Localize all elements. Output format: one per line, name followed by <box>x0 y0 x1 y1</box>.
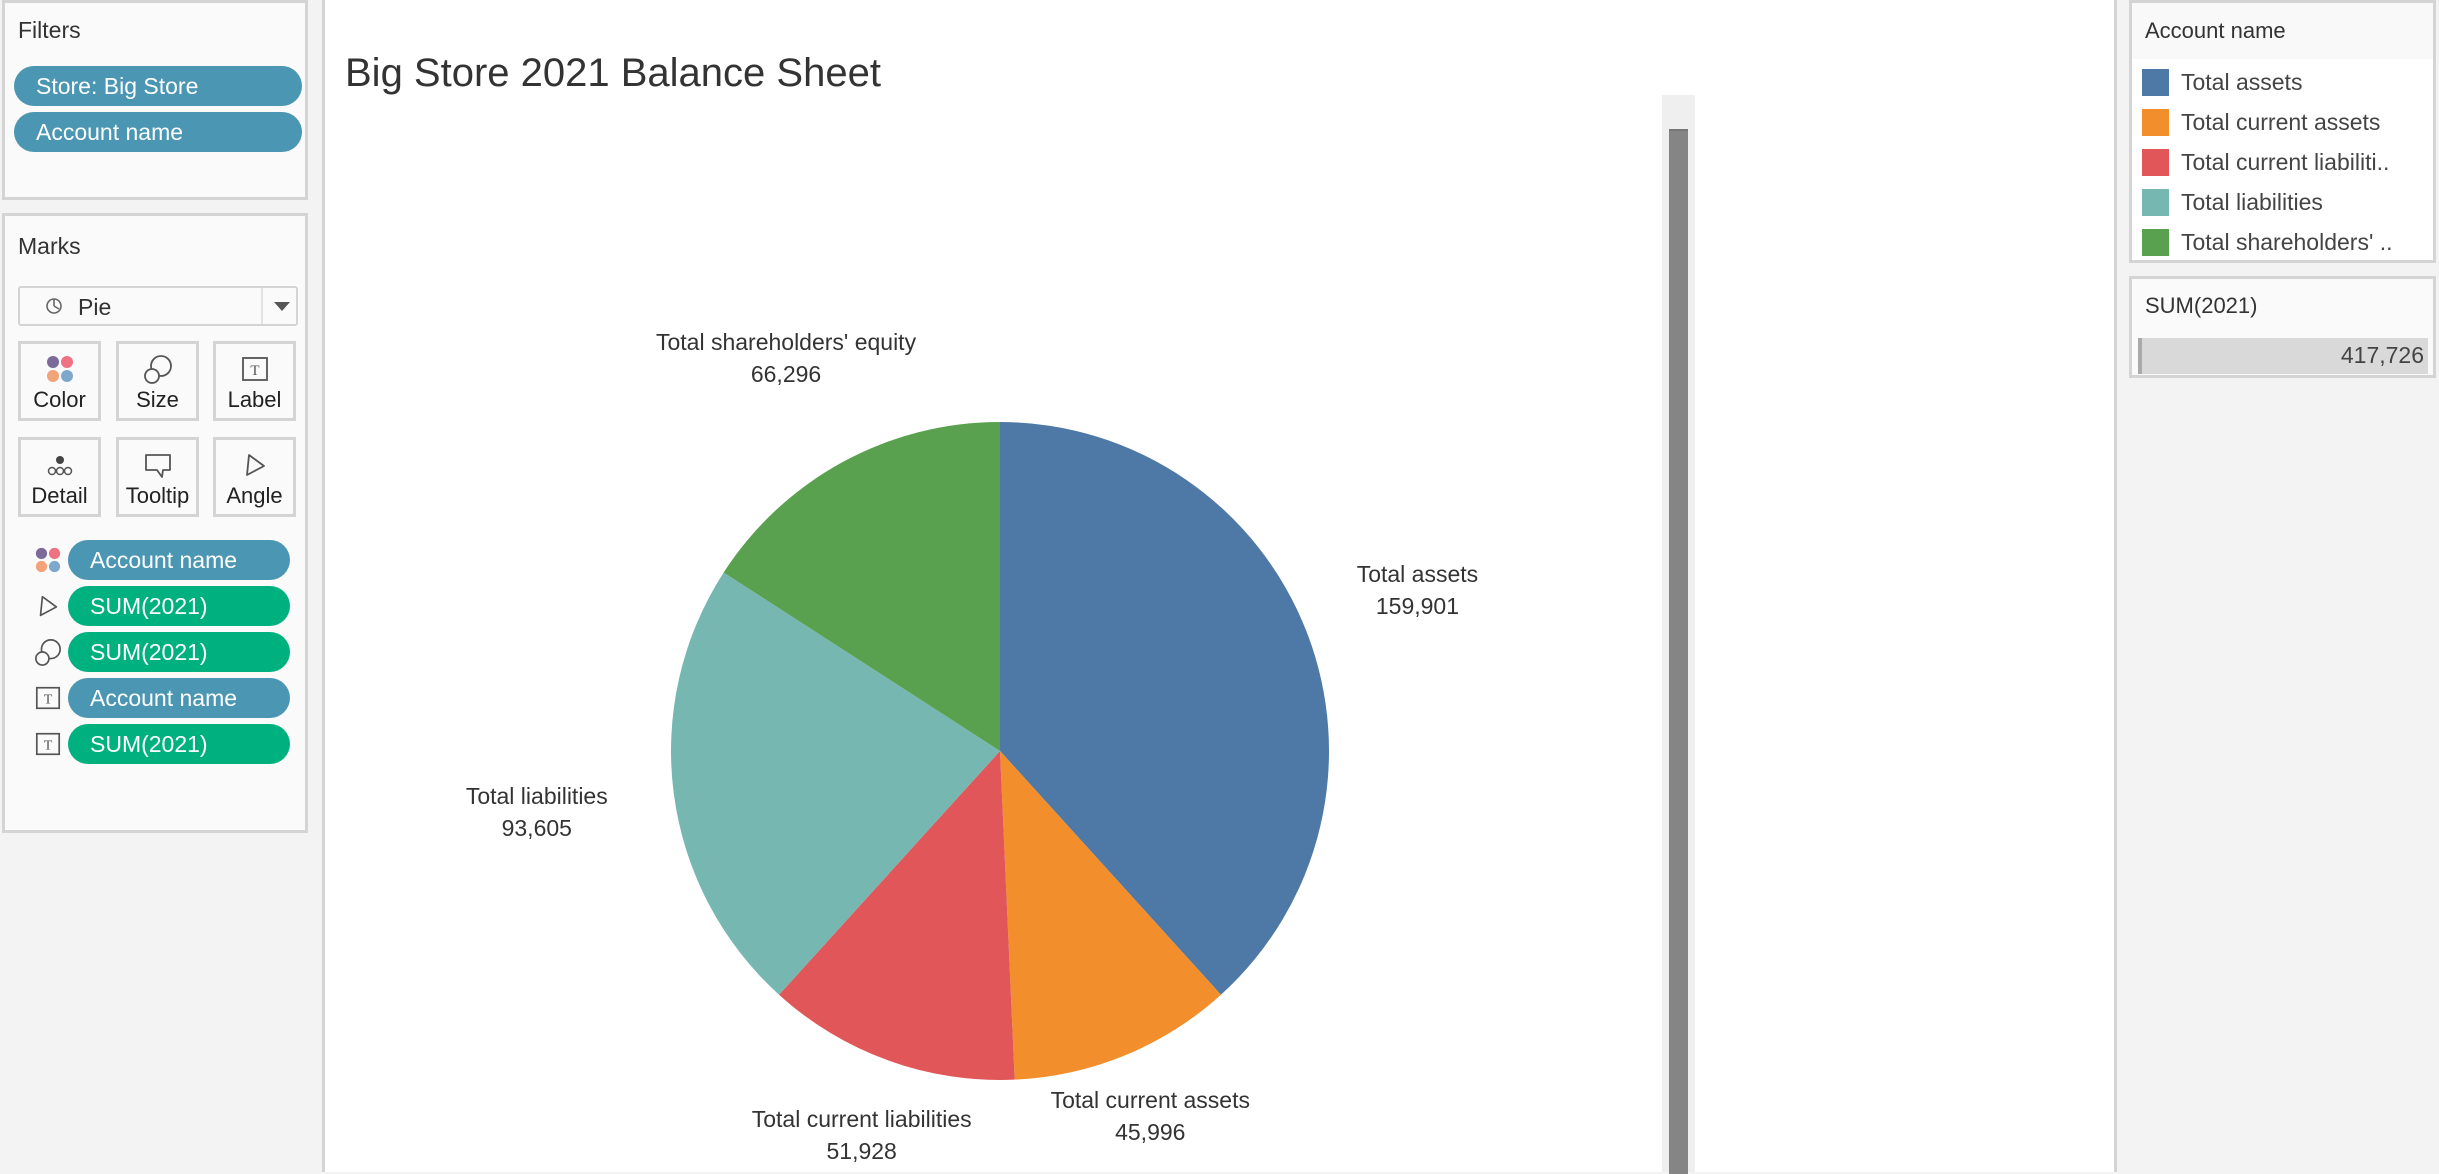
label-card[interactable]: T Label <box>213 341 296 421</box>
legend-swatch <box>2142 68 2169 96</box>
tooltip-icon <box>119 448 196 482</box>
legend-swatch <box>2142 108 2169 136</box>
pie-label-category: Total current liabilities <box>751 1105 972 1132</box>
legend-swatch <box>2142 188 2169 216</box>
legend-item-label: Total current liabiliti.. <box>2181 148 2390 175</box>
size-legend-value: 417,726 <box>2340 342 2424 368</box>
svg-text:T: T <box>44 739 53 754</box>
mark-type-value: Pie <box>78 294 112 320</box>
legend-item[interactable]: Total shareholders' .. <box>2142 224 2393 260</box>
shelf-pill-label-sum-2021[interactable]: SUM(2021) <box>68 724 290 764</box>
pie-label-value: 51,928 <box>826 1137 897 1164</box>
pie-label-value: 66,296 <box>750 361 822 388</box>
color-icon <box>31 543 65 577</box>
label-card-label: Label <box>227 387 282 412</box>
size-legend: SUM(2021) 417,726 <box>2129 276 2436 378</box>
legend-swatch <box>2142 148 2169 176</box>
shelf-pill-angle-sum-2021[interactable]: SUM(2021) <box>68 586 290 626</box>
legend-item-label: Total assets <box>2181 68 2303 95</box>
label-icon: T <box>31 681 65 715</box>
marks-panel: Marks Pie Color Size T Label Detail Tool… <box>2 213 308 833</box>
label-icon: T <box>31 727 65 761</box>
svg-text:T: T <box>44 693 53 708</box>
shelf-pill-color-account-name[interactable]: Account name <box>68 540 290 580</box>
shelf-pill-label-account-name[interactable]: Account name <box>68 678 290 718</box>
legend-body: Total assets Total current assets Total … <box>2132 59 2433 260</box>
shelf-pill-size-sum-2021[interactable]: SUM(2021) <box>68 632 290 672</box>
detail-card[interactable]: Detail <box>18 437 101 517</box>
legend-item[interactable]: Total liabilities <box>2142 184 2323 220</box>
angle-icon <box>216 448 293 482</box>
legend-title: Account name <box>2145 18 2286 43</box>
color-card[interactable]: Color <box>18 341 101 421</box>
vertical-scrollbar[interactable] <box>1662 95 1695 1174</box>
size-icon <box>119 352 196 386</box>
filter-pill-store[interactable]: Store: Big Store <box>14 66 302 106</box>
detail-card-label: Detail <box>31 483 88 508</box>
size-legend-title: SUM(2021) <box>2145 293 2258 318</box>
filter-pill-account-name[interactable]: Account name <box>14 112 302 152</box>
pie-label-category: Total assets <box>1356 560 1479 587</box>
detail-icon <box>21 448 98 482</box>
color-card-label: Color <box>33 387 86 412</box>
tooltip-card-label: Tooltip <box>125 483 190 508</box>
legend-item[interactable]: Total current liabiliti.. <box>2142 144 2389 180</box>
legend-header: Account name <box>2132 3 2433 59</box>
pie-label: Total shareholders' equity 66,296 <box>656 326 916 390</box>
pie-label: Total liabilities 93,605 <box>466 780 608 844</box>
angle-card[interactable]: Angle <box>213 437 296 517</box>
dropdown-divider <box>261 288 263 324</box>
pie-label-value: 159,901 <box>1375 592 1460 619</box>
legend-item-label: Total liabilities <box>2181 188 2323 215</box>
pie-chart <box>671 422 1329 1080</box>
scrollbar-thumb[interactable] <box>1669 129 1688 1174</box>
legend-item[interactable]: Total current assets <box>2142 104 2380 140</box>
legend-item-label: Total current assets <box>2181 108 2381 135</box>
filters-title: Filters <box>18 17 81 43</box>
size-card[interactable]: Size <box>116 341 199 421</box>
svg-text:T: T <box>250 363 259 379</box>
size-legend-bar: 417,726 <box>2138 338 2428 374</box>
tooltip-card[interactable]: Tooltip <box>116 437 199 517</box>
pie-label-category: Total liabilities <box>465 782 608 809</box>
angle-card-label: Angle <box>226 483 283 508</box>
view-canvas: Big Store 2021 Balance Sheet Total asset… <box>322 0 2117 1174</box>
size-card-label: Size <box>136 387 179 412</box>
size-icon <box>31 635 65 669</box>
legend-item[interactable]: Total assets <box>2142 64 2302 100</box>
label-icon: T <box>216 352 293 386</box>
pie-label-value: 45,996 <box>1115 1119 1186 1146</box>
pie-icon <box>45 297 63 320</box>
pie-label-category: Total shareholders' equity <box>655 329 917 356</box>
pie-label-category: Total current assets <box>1050 1087 1250 1114</box>
chevron-down-icon[interactable] <box>274 302 290 311</box>
legend-swatch <box>2142 228 2169 256</box>
pie-label: Total current assets 45,996 <box>1051 1084 1250 1148</box>
angle-icon <box>31 589 65 623</box>
mark-type-dropdown[interactable]: Pie <box>18 286 298 326</box>
pie-label: Total assets 159,901 <box>1357 558 1478 622</box>
color-legend: Account name Total assets Total current … <box>2129 0 2436 263</box>
color-icon <box>21 352 98 386</box>
marks-title: Marks <box>18 233 81 259</box>
filters-panel: Filters Store: Big Store Account name <box>2 0 308 200</box>
pie-label-value: 93,605 <box>501 814 572 841</box>
pie-label: Total current liabilities 51,928 <box>752 1103 972 1167</box>
legend-item-label: Total shareholders' .. <box>2181 228 2393 255</box>
